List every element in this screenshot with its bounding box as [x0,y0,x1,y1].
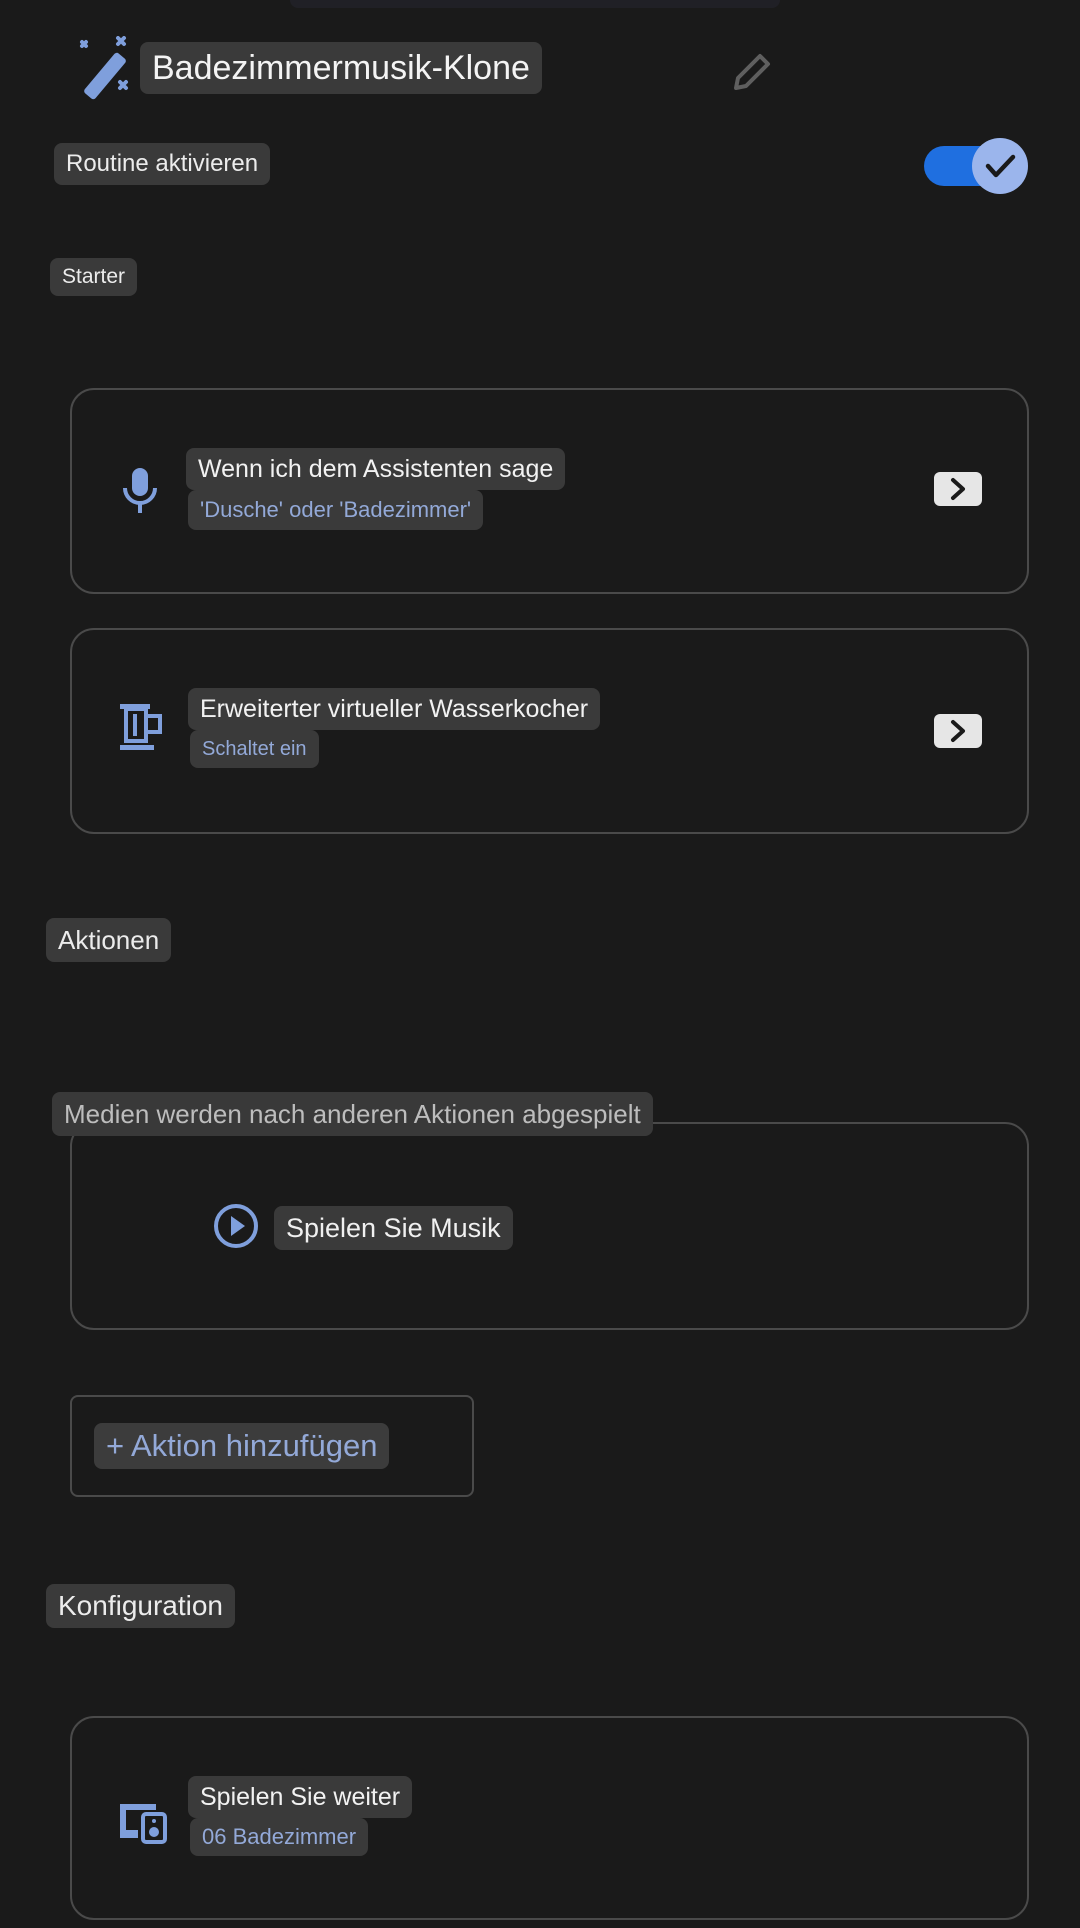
check-icon [972,138,1028,194]
config-title: Spielen Sie weiter [188,1776,413,1818]
starter-card-kettle[interactable]: Erweiterter virtueller Wasserkocher Scha… [70,628,1029,834]
play-circle-icon [212,1202,260,1250]
routine-title: Badezimmermusik-Klone [140,42,542,94]
starter-title: Wenn ich dem Assistenten sage [186,448,566,490]
enable-routine-toggle[interactable] [924,136,1030,198]
chevron-right-icon [951,478,965,500]
top-app-bar-edge [290,0,780,8]
media-order-note: Medien werden nach anderen Aktionen abge… [52,1092,653,1136]
play-music-label: Spielen Sie Musik [274,1206,513,1250]
config-subtitle: 06 Badezimmer [190,1818,369,1856]
kettle-icon [118,702,164,752]
starter-card-voice[interactable]: Wenn ich dem Assistenten sage 'Dusche' o… [70,388,1029,594]
starter-title: Erweiterter virtueller Wasserkocher [188,688,601,730]
open-starter-button[interactable] [934,714,982,748]
add-action-label: + Aktion hinzufügen [94,1423,390,1469]
starter-section-label: Starter [50,258,138,296]
add-action-button[interactable]: + Aktion hinzufügen [70,1395,474,1497]
speaker-device-icon [116,1800,168,1844]
enable-routine-label: Routine aktivieren [54,143,271,185]
play-music-card[interactable]: Spielen Sie Musik [70,1122,1029,1330]
starter-subtitle: Schaltet ein [190,730,319,768]
microphone-icon [120,466,160,516]
continue-playing-card[interactable]: Spielen Sie weiter 06 Badezimmer [70,1716,1029,1920]
magic-wand-icon [68,36,136,102]
actions-section-label: Aktionen [46,918,172,962]
chevron-right-icon [951,720,965,742]
open-starter-button[interactable] [934,472,982,506]
edit-pencil-icon[interactable] [728,48,776,96]
starter-subtitle: 'Dusche' oder 'Badezimmer' [188,490,484,530]
configuration-section-label: Konfiguration [46,1584,236,1628]
